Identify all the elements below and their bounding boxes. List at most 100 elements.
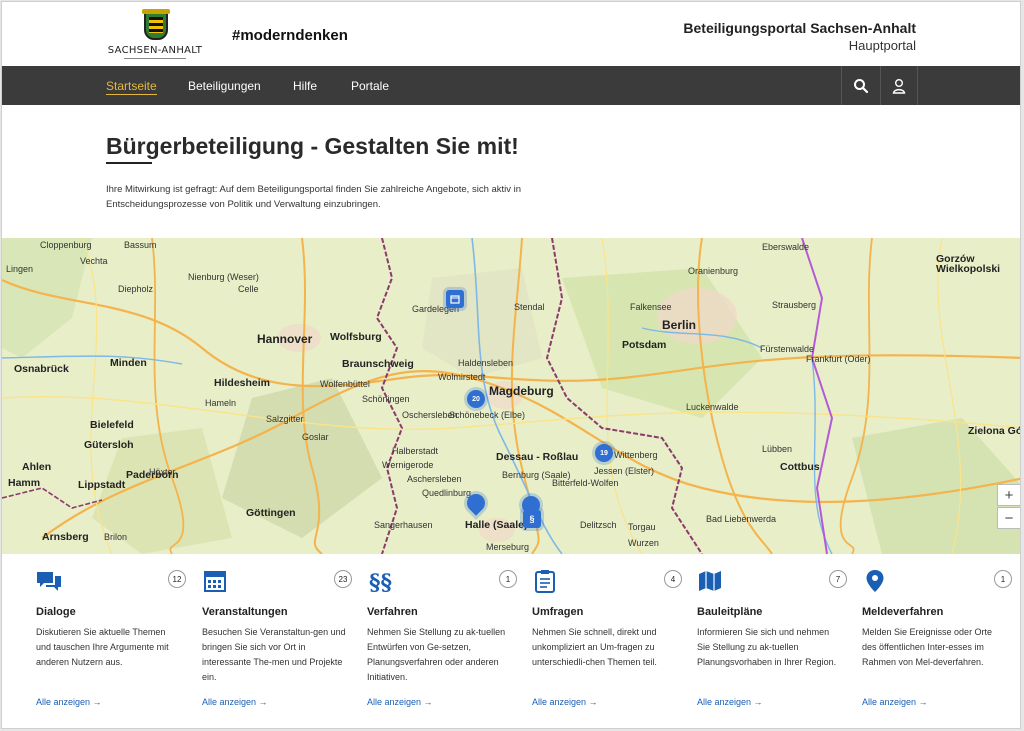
search-icon [853, 78, 868, 93]
map-label: Aschersleben [407, 474, 462, 484]
chat-icon [37, 572, 61, 591]
map-marker-cluster[interactable]: 20 [467, 390, 485, 408]
zoom-out-button[interactable]: − [997, 507, 1020, 529]
map-label: Wolmirstedt [438, 372, 486, 382]
map-label: Hamm [8, 477, 41, 489]
page-title: Bürgerbeteiligung - Gestalten Sie mit! [106, 133, 519, 159]
zoom-in-button[interactable]: + [997, 484, 1020, 506]
map-label: Delitzsch [580, 520, 617, 530]
show-all-link[interactable]: Alle anzeigen → [367, 697, 433, 707]
map-label: Wolfsburg [330, 331, 382, 343]
map-label: Lippstadt [78, 479, 126, 491]
category-verfahren: §§ 1 Verfahren Nehmen Sie Stellung zu ak… [367, 555, 517, 728]
count-badge: 1 [499, 570, 517, 588]
map-label: Bielefeld [90, 419, 134, 431]
page: SACHSEN-ANHALT #moderndenken Beteiligung… [1, 1, 1021, 729]
portal-subtitle: Hauptportal [848, 38, 916, 53]
main-nav: Startseite Beteiligungen Hilfe Portale [2, 66, 1020, 105]
map-label: Potsdam [622, 339, 667, 351]
title-underline [106, 162, 152, 164]
map-label: Merseburg [486, 542, 530, 552]
user-button[interactable] [880, 66, 918, 105]
count-badge: 23 [334, 570, 352, 588]
map-label: Diepholz [118, 284, 154, 294]
map-label: Brilon [104, 532, 128, 542]
map-label: Braunschweig [342, 358, 414, 370]
count-badge: 7 [829, 570, 847, 588]
map-label: Ahlen [22, 461, 52, 473]
map-label: Hameln [205, 398, 237, 408]
show-all-link[interactable]: Alle anzeigen → [36, 697, 102, 707]
map-label: Arnsberg [42, 531, 89, 543]
category-bauleitplaene: 7 Bauleitpläne Informieren Sie sich und … [697, 555, 847, 728]
coat-of-arms-icon [142, 9, 170, 40]
logo-text: SACHSEN-ANHALT [107, 45, 203, 56]
category-meldeverfahren: 1 Meldeverfahren Melden Sie Ereignisse o… [862, 555, 1012, 728]
paragraph-icon: § [529, 514, 535, 524]
category-title: Verfahren [367, 606, 418, 618]
map-marker-cluster[interactable]: 19 [595, 444, 613, 462]
map-label: Nienburg (Weser) [188, 272, 259, 282]
category-description: Besuchen Sie Veranstaltun-gen und bringe… [202, 627, 346, 682]
category-list: 12 Dialoge Diskutieren Sie aktuelle Them… [2, 555, 1020, 728]
hashtag: #moderndenken [232, 27, 348, 44]
category-description: Informieren Sie sich und nehmen Sie Stel… [697, 627, 837, 667]
category-title: Meldeverfahren [862, 606, 944, 618]
map-label: Lübben [762, 444, 793, 454]
category-description: Diskutieren Sie aktuelle Themen und taus… [36, 627, 169, 667]
map-label: Berlin [662, 318, 697, 332]
map-label: Halle (Saale) [465, 519, 528, 531]
map-label: Frankfurt (Oder) [806, 354, 871, 364]
show-all-link[interactable]: Alle anzeigen → [202, 697, 268, 707]
map-label: Torgau [628, 522, 656, 532]
category-title: Dialoge [36, 606, 76, 618]
participation-map[interactable]: Cloppenburg Vechta Bassum Lingen Diephol… [2, 238, 1021, 554]
clipboard-icon [535, 570, 555, 593]
map-label: Osnabrück [14, 363, 69, 375]
calendar-icon [204, 571, 226, 592]
map-label: Schöningen [362, 394, 410, 404]
map-label: Fürstenwalde [760, 344, 815, 354]
map-marker-paragraph[interactable]: § [523, 510, 541, 528]
nav-item-startseite[interactable]: Startseite [106, 79, 157, 95]
count-badge: 12 [168, 570, 186, 588]
map-label: Strausberg [772, 300, 817, 310]
search-button[interactable] [841, 66, 879, 105]
map-label: Gorzów Wielkopolski [936, 253, 1001, 275]
user-icon [892, 78, 906, 94]
map-label: Vechta [80, 256, 108, 266]
map-label: Celle [238, 284, 259, 294]
show-all-link[interactable]: Alle anzeigen → [532, 697, 598, 707]
category-umfragen: 4 Umfragen Nehmen Sie schnell, direkt un… [532, 555, 682, 728]
map-label: Hannover [257, 332, 313, 346]
nav-item-portale[interactable]: Portale [351, 79, 389, 93]
map-marker-calendar[interactable] [446, 290, 464, 308]
map-label: Haldensleben [458, 358, 514, 368]
map-label: Halberstadt [392, 446, 439, 456]
map-label: Lingen [6, 264, 34, 274]
map-icon [699, 571, 721, 591]
category-title: Bauleitpläne [697, 606, 763, 618]
map-label: Bitterfeld-Wolfen [552, 478, 619, 488]
map-label: Wurzen [628, 538, 659, 548]
map-label: Goslar [302, 432, 329, 442]
map-label: Hildesheim [214, 377, 271, 389]
map-label: Jessen (Elster) [594, 466, 655, 476]
nav-item-hilfe[interactable]: Hilfe [293, 79, 317, 93]
map-label: Cottbus [780, 461, 820, 473]
map-label: Dessau - Roßlau [496, 451, 579, 463]
map-label: Gütersloh [84, 439, 134, 451]
category-description: Melden Sie Ereignisse oder Orte des öffe… [862, 627, 993, 667]
map-label: Salzgitter [266, 414, 304, 424]
map-label: Cloppenburg [40, 240, 92, 250]
count-badge: 1 [994, 570, 1012, 588]
show-all-link[interactable]: Alle anzeigen → [862, 697, 928, 707]
show-all-link[interactable]: Alle anzeigen → [697, 697, 763, 707]
sachsen-anhalt-logo[interactable]: SACHSEN-ANHALT [106, 9, 204, 60]
map-label: Wernigerode [382, 460, 434, 470]
nav-item-beteiligungen[interactable]: Beteiligungen [188, 79, 261, 93]
map-label: Zielona Góra [968, 425, 1021, 437]
map-label: Eberswalde [762, 242, 810, 252]
header: SACHSEN-ANHALT #moderndenken Beteiligung… [2, 2, 1020, 66]
map-label: Bassum [124, 240, 157, 250]
